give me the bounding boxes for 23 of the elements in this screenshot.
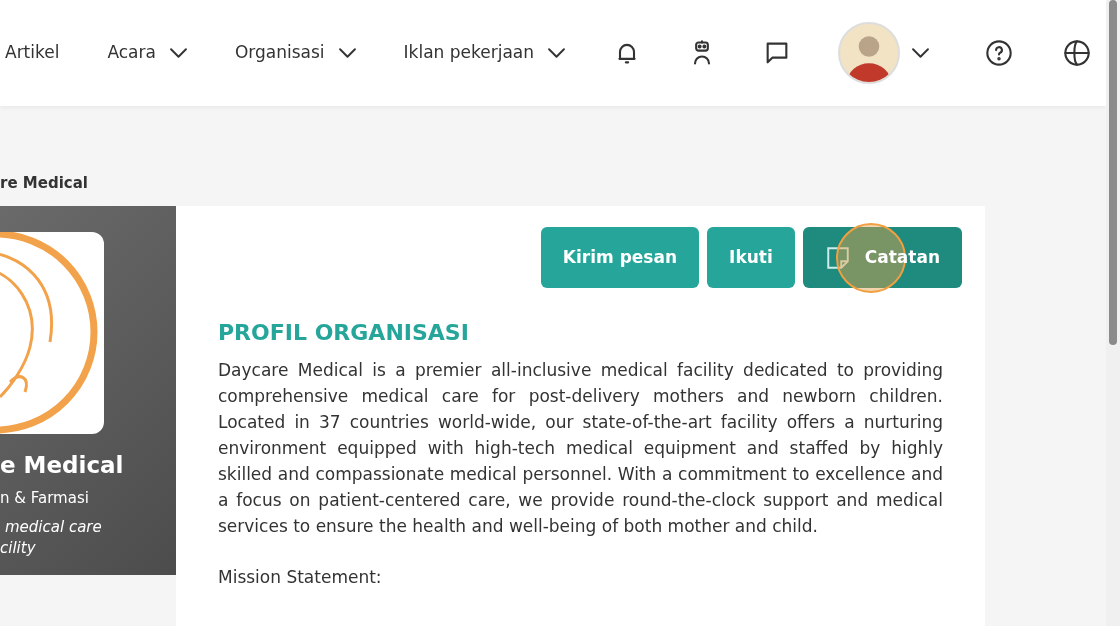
organization-name: e Medical <box>0 451 125 480</box>
globe-icon <box>1063 38 1092 67</box>
nav-link[interactable]: Artikel <box>5 40 60 66</box>
note-icon <box>824 244 851 271</box>
nav-link[interactable]: Organisasi <box>234 40 356 66</box>
breadcrumb[interactable]: re Medical <box>0 171 1106 194</box>
nav-link[interactable]: Acara <box>107 40 187 66</box>
language-button[interactable] <box>1063 38 1092 67</box>
help-button[interactable] <box>985 38 1014 67</box>
nav-link[interactable]: Iklan pekerjaan <box>403 40 566 66</box>
mission-statement-label: Mission Statement: <box>218 566 383 589</box>
chevron-down-icon <box>338 47 356 58</box>
organization-tagline: medical care <box>4 517 103 538</box>
section-heading: PROFIL ORGANISASI <box>218 319 470 347</box>
chevron-down-icon <box>548 47 566 58</box>
organization-category: n & Farmasi <box>0 487 90 509</box>
scrollbar[interactable] <box>1106 0 1120 626</box>
chevron-down-icon <box>169 47 187 58</box>
scrollbar-thumb[interactable] <box>1109 0 1117 345</box>
account-menu-chevron-icon <box>912 47 930 58</box>
description-paragraph: Daycare Medical is a premier all-inclusive medical facility dedicated to providing comprehensive medical care for post-delivery mothers and newborn children. Located in 37 countries world-wide, our state-of-the-art facility offers a nurturing environment equipped with high-tech medical equipment and staffed by highly skilled and compassionate medical personnel. With a commitment to excellence and a focus on patient-centered care, we provide round-the-clock support and medical services to ensure the health and well-being of both mother and child. <box>218 359 943 538</box>
help-icon <box>985 38 1014 67</box>
organization-tagline: cility <box>0 538 37 559</box>
